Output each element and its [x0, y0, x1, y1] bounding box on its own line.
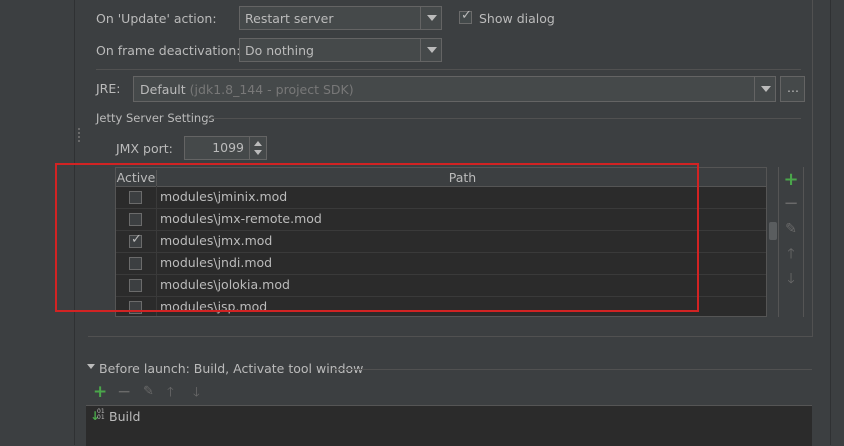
before-launch-title[interactable]: Before launch: Build, Activate tool wind… — [99, 361, 363, 376]
table-toolbar: + − ✎ 🡑 🡓 — [778, 167, 804, 317]
update-action-label: On 'Update' action: — [96, 11, 217, 26]
move-task-up-icon[interactable]: 🡑 — [167, 383, 174, 405]
collapse-triangle-icon[interactable] — [87, 364, 95, 369]
jre-label: JRE: — [96, 81, 121, 96]
move-down-icon[interactable]: 🡓 — [781, 269, 801, 289]
frame-deactivation-combo[interactable]: Do nothing — [239, 38, 442, 62]
jre-browse-button[interactable]: ... — [780, 76, 805, 102]
build-icon: ↓ 01 01 — [90, 408, 105, 424]
add-task-icon[interactable]: + — [93, 382, 107, 402]
jmx-port-spinner[interactable]: 1099 — [184, 136, 267, 160]
chevron-down-icon[interactable] — [420, 7, 441, 29]
move-up-icon[interactable]: 🡑 — [781, 244, 801, 264]
jre-combo[interactable]: Default (jdk1.8_144 - project SDK) — [133, 76, 776, 102]
build-task-label[interactable]: Build — [109, 409, 140, 424]
highlight-frame — [55, 163, 699, 312]
splitter-grip-icon[interactable] — [78, 128, 83, 142]
jetty-settings-title: Jetty Server Settings — [96, 111, 215, 125]
jmx-port-label: JMX port: — [116, 141, 173, 156]
before-launch-list: ↓ 01 01 Build — [86, 405, 812, 446]
jmx-port-value: 1099 — [212, 140, 244, 155]
jre-value: Default — [140, 82, 186, 97]
edit-icon[interactable]: ✎ — [781, 219, 801, 239]
chevron-down-icon[interactable] — [754, 77, 775, 101]
spinner-arrows-icon[interactable] — [249, 137, 266, 159]
update-action-combo[interactable]: Restart server — [239, 6, 442, 30]
frame-deactivation-label: On frame deactivation: — [96, 43, 241, 58]
move-task-down-icon[interactable]: 🡓 — [193, 383, 200, 405]
divider — [333, 369, 812, 370]
divider — [96, 69, 801, 70]
edit-task-icon[interactable]: ✎ — [143, 384, 154, 399]
remove-task-icon[interactable]: − — [117, 382, 131, 402]
remove-icon[interactable]: − — [781, 194, 801, 214]
table-scrollbar[interactable] — [769, 167, 777, 317]
divider — [206, 118, 801, 119]
frame-deactivation-value: Do nothing — [245, 43, 314, 58]
show-dialog-label[interactable]: Show dialog — [479, 11, 555, 26]
update-action-value: Restart server — [245, 11, 334, 26]
chevron-down-icon[interactable] — [420, 39, 441, 61]
show-dialog-checkbox[interactable] — [459, 8, 472, 24]
scrollbar-thumb[interactable] — [769, 222, 777, 240]
add-icon[interactable]: + — [781, 170, 801, 190]
right-scroll-edge[interactable] — [830, 0, 844, 445]
jre-hint: (jdk1.8_144 - project SDK) — [189, 82, 354, 97]
